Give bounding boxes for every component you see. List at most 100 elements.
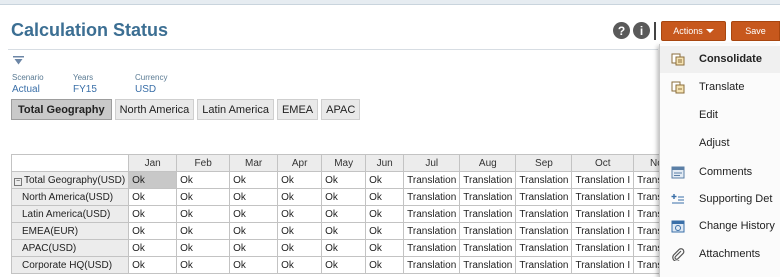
grid-cell[interactable]: Translation [515, 188, 573, 206]
actions-button[interactable]: Actions [661, 21, 726, 41]
menu-item-supporting-detail[interactable]: Supporting Det [660, 186, 780, 213]
menu-item-label: Change History [699, 220, 775, 232]
grid-cell[interactable]: Translation [403, 239, 461, 257]
grid-cell[interactable]: Ok [365, 256, 405, 274]
row-header[interactable]: Latin America(USD) [10, 205, 130, 223]
pov-currency[interactable]: Currency USD [135, 73, 167, 96]
grid-cell[interactable]: Ok [128, 222, 178, 240]
grid-cell[interactable]: Ok [176, 188, 231, 206]
pov-scenario-value[interactable]: Actual [12, 83, 44, 96]
tab-emea[interactable]: EMEA [276, 99, 319, 120]
grid-cell[interactable]: Ok [277, 222, 323, 240]
filter-toggle-icon[interactable] [13, 56, 24, 66]
grid-cell[interactable]: Translation I [571, 256, 635, 274]
tab-latin-america[interactable]: Latin America [197, 99, 274, 120]
grid-cell[interactable]: Translation I [571, 171, 635, 189]
column-header: Mar [229, 154, 279, 172]
grid-cell[interactable]: Ok [229, 256, 279, 274]
grid-cell[interactable]: Ok [176, 222, 231, 240]
grid-cell[interactable]: Ok [229, 171, 279, 189]
table-row: Latin America(USD) Ok Ok Ok Ok Ok Ok Translatio… [10, 205, 692, 223]
grid-cell[interactable]: Ok [277, 239, 323, 257]
row-header-label: Latin America(USD) [22, 208, 111, 220]
grid-cell[interactable]: Translation [515, 171, 573, 189]
grid-cell[interactable]: Translation [515, 205, 573, 223]
menu-item-change-history[interactable]: Change History [660, 213, 780, 240]
info-icon[interactable]: i [633, 22, 650, 39]
grid-cell[interactable]: Ok [128, 188, 178, 206]
grid-cell[interactable]: Ok [365, 171, 405, 189]
grid-cell[interactable]: Ok [277, 188, 323, 206]
grid-cell[interactable]: Translation [459, 205, 517, 223]
grid-cell[interactable]: Translation [459, 171, 517, 189]
grid-cell[interactable]: Translation [515, 256, 573, 274]
grid-cell[interactable]: Ok [229, 188, 279, 206]
grid-cell[interactable]: Ok [321, 188, 367, 206]
tab-apac[interactable]: APAC [321, 99, 361, 120]
pov-years-value[interactable]: FY15 [73, 83, 97, 96]
row-header[interactable]: Corporate HQ(USD) [10, 256, 130, 274]
grid-cell[interactable]: Translation I [571, 222, 635, 240]
grid-cell[interactable]: Ok [277, 171, 323, 189]
grid-cell[interactable]: Translation [403, 222, 461, 240]
grid-cell[interactable]: Ok [365, 188, 405, 206]
row-header[interactable]: APAC(USD) [10, 239, 130, 257]
grid-cell[interactable]: Translation [403, 205, 461, 223]
attachments-icon [672, 248, 685, 261]
grid-cell[interactable]: Ok [176, 256, 231, 274]
pov-currency-value[interactable]: USD [135, 83, 167, 96]
menu-item-comments[interactable]: Comments [660, 159, 780, 186]
grid-cell[interactable]: Ok [277, 205, 323, 223]
grid-cell[interactable]: Ok [321, 256, 367, 274]
save-button[interactable]: Save [731, 21, 780, 41]
grid-cell[interactable]: Ok [277, 256, 323, 274]
row-header[interactable]: − Total Geography(USD) [10, 171, 130, 189]
page-title: Calculation Status [11, 20, 169, 40]
grid-cell[interactable]: Ok [321, 222, 367, 240]
grid-cell[interactable]: Translation [459, 239, 517, 257]
grid-cell[interactable]: Translation [403, 171, 461, 189]
menu-item-consolidate[interactable]: Consolidate [660, 46, 780, 73]
grid-cell[interactable]: Translation I [571, 239, 635, 257]
grid-cell[interactable]: Ok [176, 239, 231, 257]
grid-cell[interactable]: Ok [229, 222, 279, 240]
grid-cell[interactable]: Ok [229, 239, 279, 257]
grid-cell[interactable]: Ok [229, 205, 279, 223]
row-header-label: APAC(USD) [22, 242, 77, 254]
grid-cell[interactable]: Ok [365, 205, 405, 223]
grid-cell[interactable]: Ok [176, 205, 231, 223]
row-header[interactable]: EMEA(EUR) [10, 222, 130, 240]
row-header[interactable]: North America(USD) [10, 188, 130, 206]
grid-cell[interactable]: Ok [128, 256, 178, 274]
grid-cell[interactable]: Translation [459, 256, 517, 274]
grid-cell[interactable]: Translation [459, 188, 517, 206]
grid-cell[interactable]: Ok [365, 239, 405, 257]
grid-cell[interactable]: Ok [321, 239, 367, 257]
grid-cell[interactable]: Ok [128, 171, 178, 189]
menu-item-translate[interactable]: Translate [660, 74, 780, 101]
grid-cell[interactable]: Ok [321, 171, 367, 189]
grid-cell[interactable]: Translation [403, 188, 461, 206]
column-header: Aug [459, 154, 517, 172]
menu-item-adjust[interactable]: Adjust [660, 130, 780, 157]
grid-cell[interactable]: Ok [321, 205, 367, 223]
collapse-icon[interactable]: − [14, 177, 22, 186]
grid-cell[interactable]: Translation [459, 222, 517, 240]
menu-item-edit[interactable]: Edit [660, 102, 780, 129]
grid-cell[interactable]: Ok [176, 171, 231, 189]
grid-cell[interactable]: Translation I [571, 188, 635, 206]
grid-cell[interactable]: Ok [128, 205, 178, 223]
tab-total-geography[interactable]: Total Geography [11, 99, 112, 120]
grid-cell[interactable]: Translation [515, 222, 573, 240]
grid-cell[interactable]: Ok [128, 239, 178, 257]
grid-cell[interactable]: Translation [403, 256, 461, 274]
grid-cell[interactable]: Translation [515, 239, 573, 257]
pov-scenario[interactable]: Scenario Actual [12, 73, 44, 96]
tab-north-america[interactable]: North America [114, 99, 195, 120]
grid-cell[interactable]: Translation I [571, 205, 635, 223]
pov-years[interactable]: Years FY15 [73, 73, 97, 96]
help-icon[interactable]: ? [613, 22, 630, 39]
menu-item-attachments[interactable]: Attachments [660, 241, 780, 268]
grid-cell[interactable]: Ok [365, 222, 405, 240]
consolidate-icon [671, 53, 685, 66]
